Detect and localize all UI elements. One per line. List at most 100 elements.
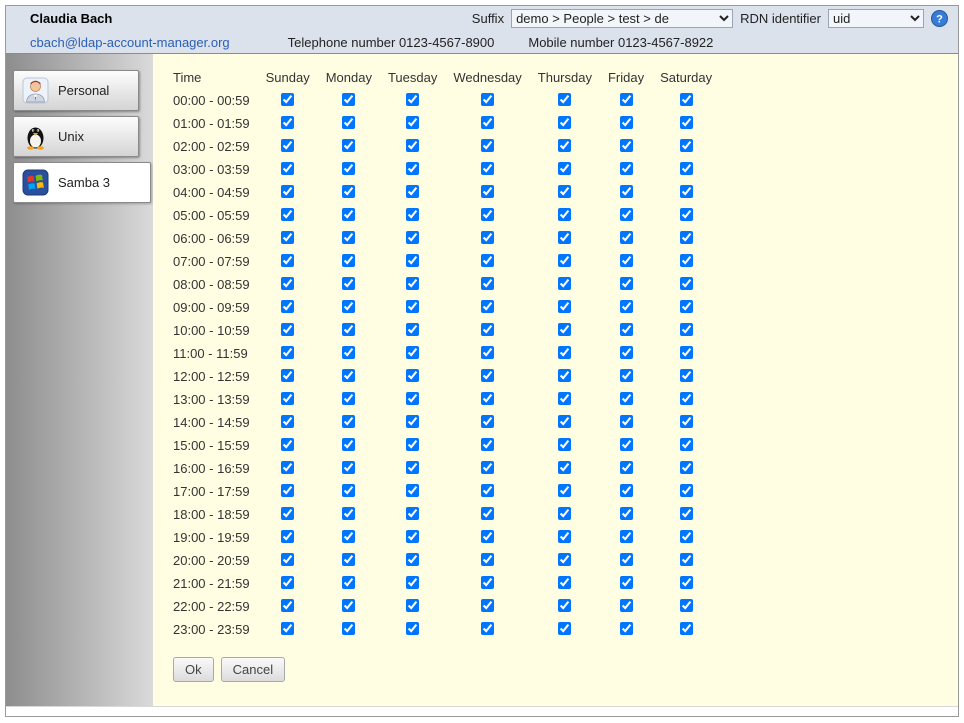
checkbox-sunday-09:00[interactable] [281,300,294,313]
checkbox-sunday-16:00[interactable] [281,461,294,474]
checkbox-tuesday-08:00[interactable] [406,277,419,290]
checkbox-sunday-04:00[interactable] [281,185,294,198]
checkbox-saturday-13:00[interactable] [680,392,693,405]
checkbox-sunday-22:00[interactable] [281,599,294,612]
checkbox-monday-06:00[interactable] [342,231,355,244]
checkbox-tuesday-13:00[interactable] [406,392,419,405]
cancel-button[interactable]: Cancel [221,657,285,682]
checkbox-wednesday-17:00[interactable] [481,484,494,497]
checkbox-wednesday-10:00[interactable] [481,323,494,336]
checkbox-monday-17:00[interactable] [342,484,355,497]
checkbox-monday-14:00[interactable] [342,415,355,428]
checkbox-wednesday-14:00[interactable] [481,415,494,428]
checkbox-tuesday-22:00[interactable] [406,599,419,612]
checkbox-friday-05:00[interactable] [620,208,633,221]
checkbox-wednesday-06:00[interactable] [481,231,494,244]
checkbox-friday-10:00[interactable] [620,323,633,336]
checkbox-sunday-07:00[interactable] [281,254,294,267]
checkbox-saturday-01:00[interactable] [680,116,693,129]
checkbox-friday-06:00[interactable] [620,231,633,244]
ok-button[interactable]: Ok [173,657,214,682]
checkbox-saturday-23:00[interactable] [680,622,693,635]
checkbox-sunday-06:00[interactable] [281,231,294,244]
checkbox-sunday-15:00[interactable] [281,438,294,451]
checkbox-sunday-10:00[interactable] [281,323,294,336]
checkbox-wednesday-04:00[interactable] [481,185,494,198]
checkbox-friday-08:00[interactable] [620,277,633,290]
checkbox-tuesday-03:00[interactable] [406,162,419,175]
checkbox-tuesday-17:00[interactable] [406,484,419,497]
checkbox-monday-13:00[interactable] [342,392,355,405]
checkbox-thursday-10:00[interactable] [558,323,571,336]
checkbox-sunday-05:00[interactable] [281,208,294,221]
checkbox-wednesday-11:00[interactable] [481,346,494,359]
checkbox-tuesday-16:00[interactable] [406,461,419,474]
checkbox-monday-20:00[interactable] [342,553,355,566]
checkbox-sunday-14:00[interactable] [281,415,294,428]
checkbox-friday-14:00[interactable] [620,415,633,428]
checkbox-saturday-02:00[interactable] [680,139,693,152]
checkbox-thursday-21:00[interactable] [558,576,571,589]
checkbox-saturday-10:00[interactable] [680,323,693,336]
suffix-select[interactable]: demo > People > test > de [511,9,733,28]
checkbox-monday-23:00[interactable] [342,622,355,635]
checkbox-saturday-15:00[interactable] [680,438,693,451]
checkbox-saturday-20:00[interactable] [680,553,693,566]
checkbox-sunday-01:00[interactable] [281,116,294,129]
checkbox-friday-20:00[interactable] [620,553,633,566]
checkbox-sunday-18:00[interactable] [281,507,294,520]
checkbox-thursday-03:00[interactable] [558,162,571,175]
checkbox-sunday-20:00[interactable] [281,553,294,566]
checkbox-thursday-08:00[interactable] [558,277,571,290]
checkbox-monday-22:00[interactable] [342,599,355,612]
checkbox-thursday-09:00[interactable] [558,300,571,313]
checkbox-thursday-15:00[interactable] [558,438,571,451]
checkbox-wednesday-21:00[interactable] [481,576,494,589]
checkbox-sunday-03:00[interactable] [281,162,294,175]
checkbox-tuesday-01:00[interactable] [406,116,419,129]
checkbox-wednesday-22:00[interactable] [481,599,494,612]
checkbox-saturday-17:00[interactable] [680,484,693,497]
checkbox-sunday-23:00[interactable] [281,622,294,635]
checkbox-sunday-21:00[interactable] [281,576,294,589]
checkbox-thursday-16:00[interactable] [558,461,571,474]
checkbox-monday-04:00[interactable] [342,185,355,198]
checkbox-friday-02:00[interactable] [620,139,633,152]
checkbox-friday-21:00[interactable] [620,576,633,589]
checkbox-sunday-19:00[interactable] [281,530,294,543]
checkbox-friday-17:00[interactable] [620,484,633,497]
checkbox-saturday-22:00[interactable] [680,599,693,612]
checkbox-thursday-11:00[interactable] [558,346,571,359]
checkbox-wednesday-01:00[interactable] [481,116,494,129]
checkbox-thursday-00:00[interactable] [558,93,571,106]
checkbox-sunday-02:00[interactable] [281,139,294,152]
checkbox-tuesday-09:00[interactable] [406,300,419,313]
checkbox-thursday-04:00[interactable] [558,185,571,198]
checkbox-thursday-06:00[interactable] [558,231,571,244]
checkbox-wednesday-05:00[interactable] [481,208,494,221]
checkbox-monday-11:00[interactable] [342,346,355,359]
checkbox-wednesday-03:00[interactable] [481,162,494,175]
checkbox-saturday-08:00[interactable] [680,277,693,290]
checkbox-thursday-19:00[interactable] [558,530,571,543]
checkbox-tuesday-15:00[interactable] [406,438,419,451]
checkbox-monday-12:00[interactable] [342,369,355,382]
sidebar-tab-samba-3[interactable]: Samba 3 [13,162,151,203]
checkbox-wednesday-00:00[interactable] [481,93,494,106]
checkbox-wednesday-16:00[interactable] [481,461,494,474]
checkbox-thursday-17:00[interactable] [558,484,571,497]
checkbox-saturday-12:00[interactable] [680,369,693,382]
checkbox-wednesday-12:00[interactable] [481,369,494,382]
checkbox-sunday-17:00[interactable] [281,484,294,497]
checkbox-friday-12:00[interactable] [620,369,633,382]
checkbox-saturday-04:00[interactable] [680,185,693,198]
checkbox-wednesday-09:00[interactable] [481,300,494,313]
checkbox-thursday-23:00[interactable] [558,622,571,635]
checkbox-friday-23:00[interactable] [620,622,633,635]
checkbox-saturday-21:00[interactable] [680,576,693,589]
checkbox-monday-02:00[interactable] [342,139,355,152]
checkbox-tuesday-23:00[interactable] [406,622,419,635]
email-link[interactable]: cbach@ldap-account-manager.org [30,35,230,50]
checkbox-monday-00:00[interactable] [342,93,355,106]
checkbox-wednesday-19:00[interactable] [481,530,494,543]
